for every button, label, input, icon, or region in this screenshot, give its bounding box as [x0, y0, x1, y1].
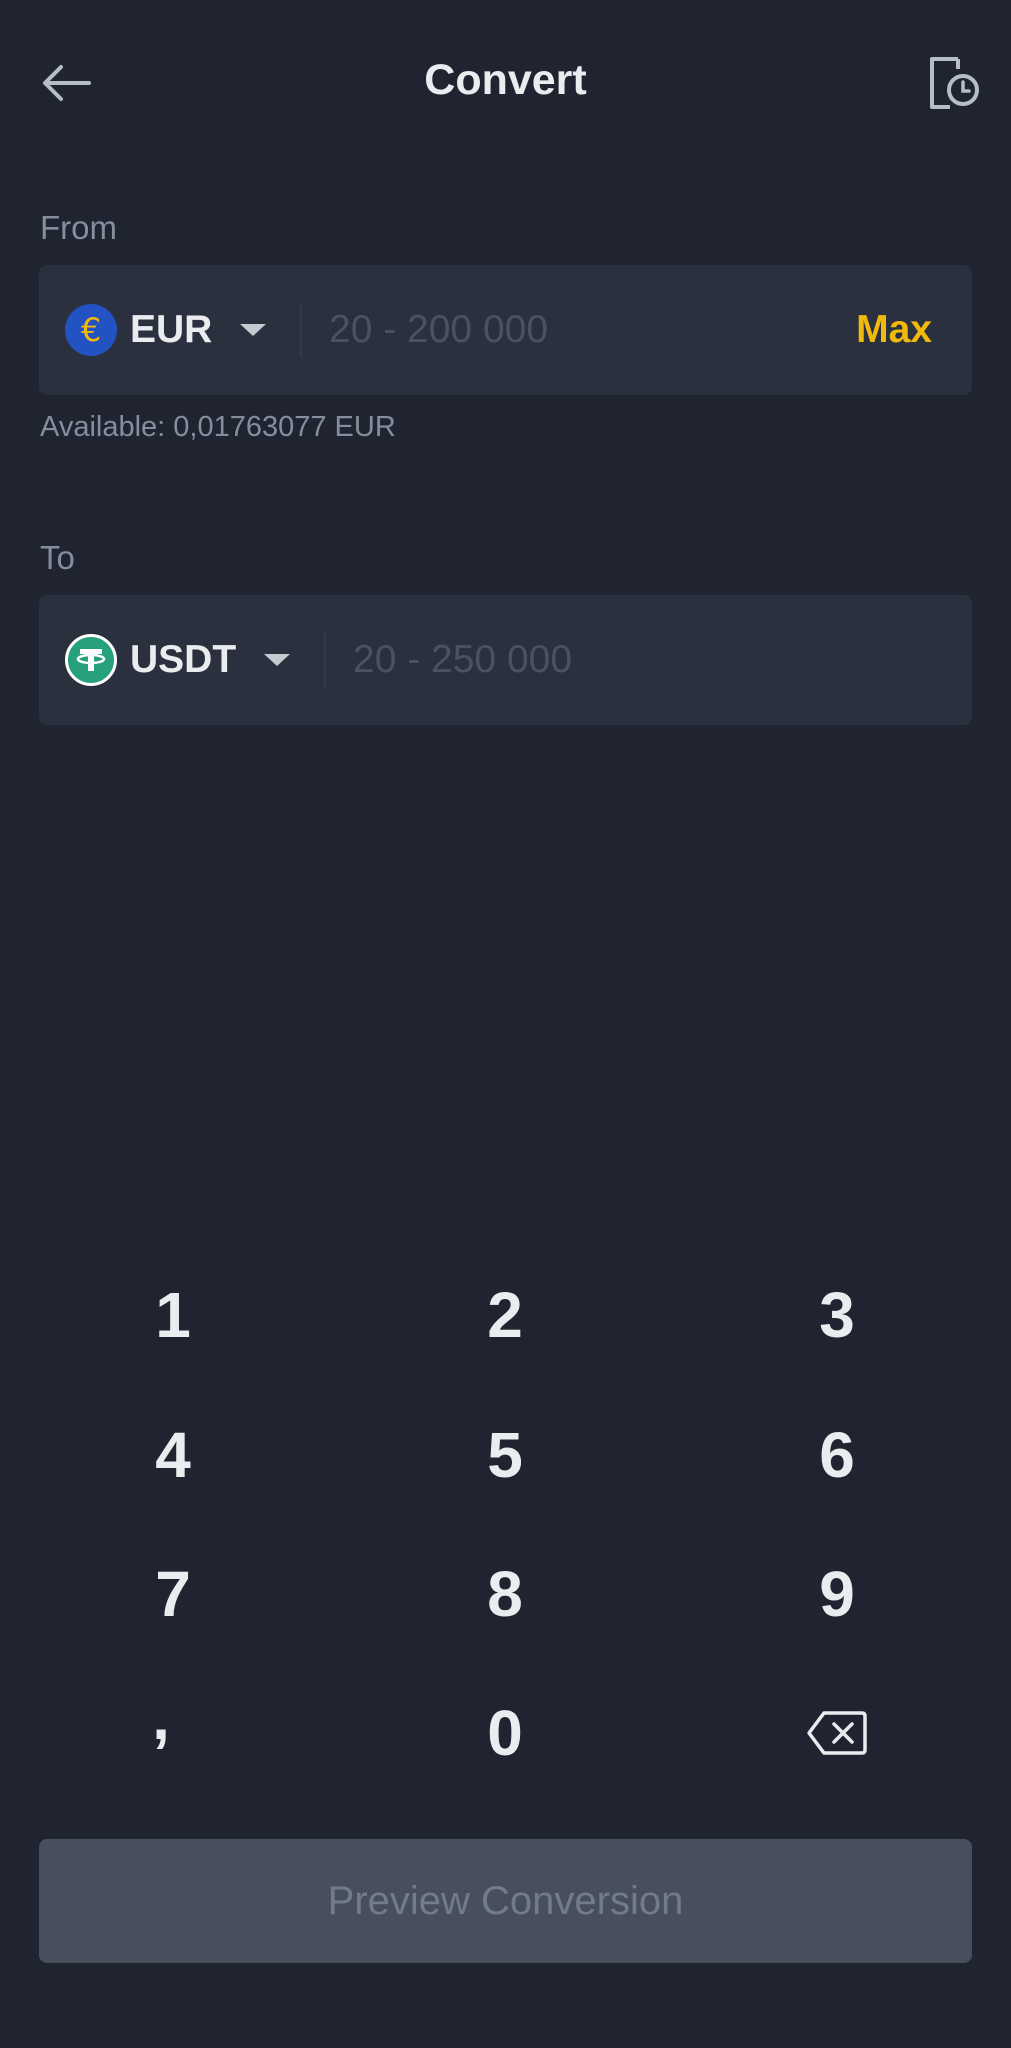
- divider: [300, 303, 302, 357]
- numeric-keypad: 1 2 3 4 5 6 7 8 9 , 0: [0, 1250, 1011, 1810]
- from-field: € EUR Max: [39, 265, 972, 395]
- key-6[interactable]: 6: [712, 1390, 962, 1520]
- euro-coin-icon: €: [65, 304, 117, 356]
- page-title: Convert: [424, 56, 587, 104]
- to-amount-input[interactable]: [353, 595, 933, 725]
- header: Convert: [0, 0, 1011, 165]
- from-amount-input[interactable]: [329, 265, 789, 395]
- from-coin-name: EUR: [130, 308, 213, 351]
- max-button[interactable]: Max: [856, 265, 932, 395]
- backspace-key[interactable]: [712, 1668, 962, 1798]
- divider: [324, 633, 326, 687]
- key-7[interactable]: 7: [48, 1529, 298, 1659]
- caret-down-icon: [240, 324, 267, 336]
- to-coin-name: USDT: [130, 638, 237, 681]
- available-balance: Available: 0,01763077 EUR: [40, 411, 396, 443]
- backspace-icon: [807, 1711, 867, 1755]
- key-0[interactable]: 0: [380, 1668, 630, 1798]
- caret-down-icon: [264, 654, 291, 666]
- key-5[interactable]: 5: [380, 1390, 630, 1520]
- preview-conversion-button[interactable]: Preview Conversion: [39, 1839, 972, 1963]
- to-field: USDT: [39, 595, 972, 725]
- tether-coin-icon: [65, 634, 117, 686]
- from-coin-selector[interactable]: € EUR: [65, 265, 267, 395]
- key-comma[interactable]: ,: [36, 1664, 286, 1794]
- key-4[interactable]: 4: [48, 1390, 298, 1520]
- to-label: To: [40, 539, 75, 576]
- from-label: From: [40, 209, 117, 246]
- history-button[interactable]: [923, 50, 985, 116]
- history-icon: [930, 57, 979, 109]
- tether-t-icon: [76, 649, 106, 671]
- to-coin-selector[interactable]: USDT: [65, 595, 291, 725]
- key-2[interactable]: 2: [380, 1250, 630, 1380]
- key-1[interactable]: 1: [48, 1250, 298, 1380]
- key-3[interactable]: 3: [712, 1250, 962, 1380]
- key-9[interactable]: 9: [712, 1529, 962, 1659]
- key-8[interactable]: 8: [380, 1529, 630, 1659]
